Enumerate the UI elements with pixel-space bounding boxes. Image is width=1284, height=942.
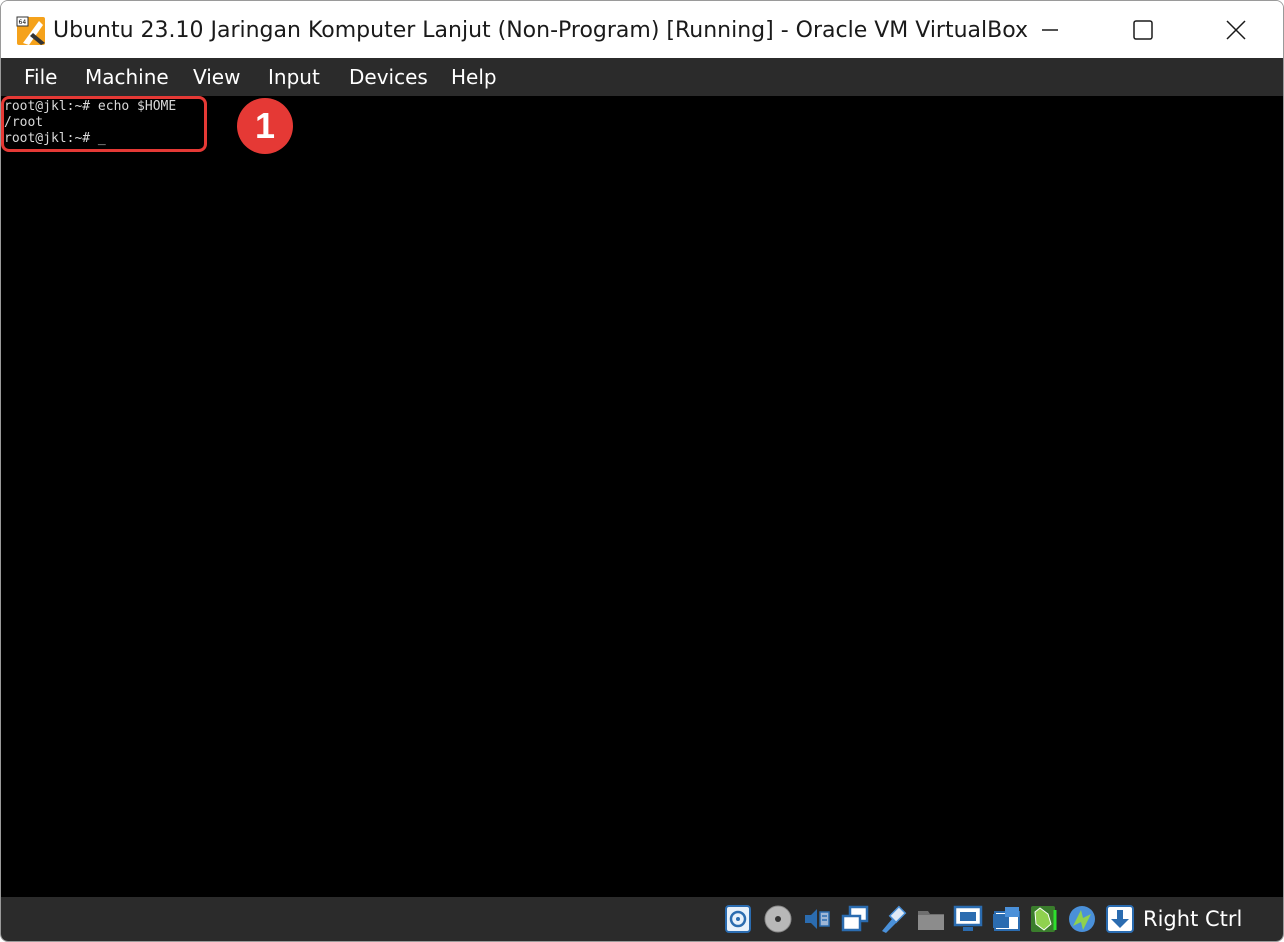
- keyboard-capture-icon[interactable]: [1105, 904, 1135, 934]
- maximize-button[interactable]: [1096, 1, 1189, 58]
- title-bar[interactable]: 64 Ubuntu 23.10 Jaringan Komputer Lanjut…: [1, 1, 1283, 58]
- svg-text:64: 64: [19, 19, 27, 26]
- step-number-badge: 1: [237, 98, 293, 154]
- menu-bar: File Machine View Input Devices Help: [1, 58, 1283, 96]
- display-icon[interactable]: [953, 904, 983, 934]
- audio-icon[interactable]: [802, 904, 832, 934]
- minimize-icon: [1041, 28, 1058, 31]
- annotation-highlight-box: [1, 96, 207, 152]
- network-icon[interactable]: [840, 904, 870, 934]
- virtualbox-vm-64-icon: 64: [16, 16, 45, 45]
- shared-folders-icon[interactable]: [916, 904, 946, 934]
- menu-input[interactable]: Input: [268, 58, 320, 96]
- menu-devices[interactable]: Devices: [349, 58, 428, 96]
- cpu-activity-icon[interactable]: [1028, 904, 1058, 934]
- close-button[interactable]: [1189, 1, 1282, 58]
- status-bar: Right Ctrl: [1, 897, 1283, 941]
- menu-view[interactable]: View: [193, 58, 240, 96]
- close-icon: [1225, 19, 1246, 40]
- minimize-button[interactable]: [1003, 1, 1096, 58]
- usb-icon[interactable]: [878, 904, 908, 934]
- maximize-icon: [1132, 19, 1153, 40]
- host-key-label: Right Ctrl: [1143, 907, 1243, 931]
- menu-machine[interactable]: Machine: [85, 58, 169, 96]
- window-title: Ubuntu 23.10 Jaringan Komputer Lanjut (N…: [53, 18, 1029, 43]
- menu-file[interactable]: File: [24, 58, 57, 96]
- hard-disk-icon[interactable]: [723, 904, 753, 934]
- menu-help[interactable]: Help: [451, 58, 497, 96]
- vm-display[interactable]: root@jkl:~# echo $HOME /root root@jkl:~#…: [1, 96, 1283, 897]
- mouse-integration-icon[interactable]: [1067, 904, 1097, 934]
- virtualbox-window: 64 Ubuntu 23.10 Jaringan Komputer Lanjut…: [0, 0, 1284, 942]
- optical-drive-icon[interactable]: [763, 904, 793, 934]
- recording-icon[interactable]: [991, 904, 1021, 934]
